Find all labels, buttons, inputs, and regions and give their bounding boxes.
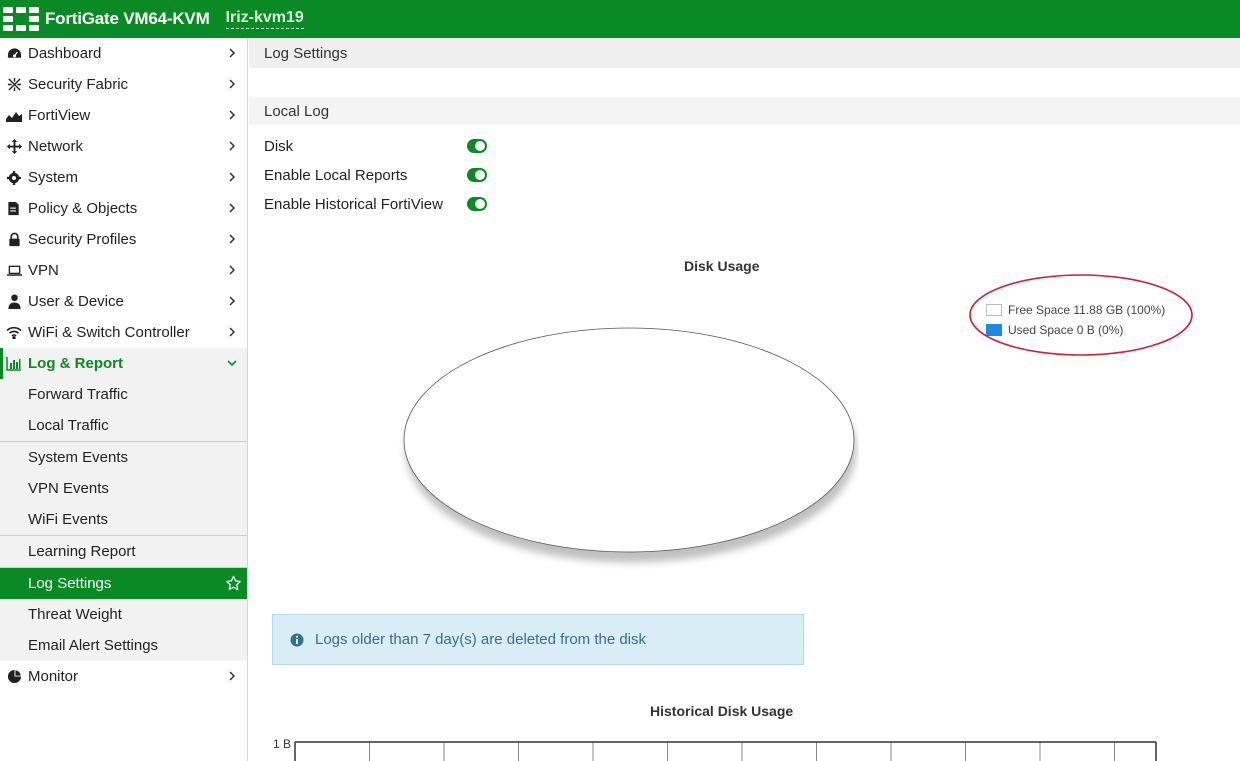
fortiview-icon: [6, 108, 22, 124]
sidebar-subitem-label: Log Settings: [28, 575, 112, 592]
sidebar-item-fortiview[interactable]: FortiView: [0, 100, 247, 131]
sidebar-item-log-report[interactable]: Log & Report: [0, 348, 247, 379]
chevron-right-icon: [229, 327, 236, 337]
sidebar-subitem-wifi-events[interactable]: WiFi Events: [0, 504, 247, 535]
sidebar-subitem-email-alert-settings[interactable]: Email Alert Settings: [0, 630, 247, 661]
section-header-local-log: Local Log: [249, 97, 1240, 125]
dashboard-icon: [6, 46, 22, 62]
sidebar-item-label: Security Profiles: [28, 231, 137, 248]
info-text: Logs older than 7 day(s) are deleted fro…: [315, 631, 647, 648]
pie-slice-free-space[interactable]: [403, 327, 855, 553]
sidebar-item-policy-objects[interactable]: Policy & Objects: [0, 193, 247, 224]
sidebar-subitem-label: Email Alert Settings: [28, 637, 159, 654]
chevron-right-icon: [229, 141, 236, 151]
sidebar-item-wifi-switch-controller[interactable]: WiFi & Switch Controller: [0, 317, 247, 348]
toggle-row-disk: Disk: [264, 136, 504, 156]
y-tick-label: 1 B: [273, 737, 292, 751]
chevron-right-icon: [229, 79, 236, 89]
historical-disk-usage-title: Historical Disk Usage: [650, 703, 794, 719]
sidebar-item-label: Monitor: [28, 668, 79, 685]
chevron-right-icon: [229, 203, 236, 213]
wifi-icon: [6, 325, 22, 341]
sidebar-subitem-label: System Events: [28, 449, 129, 466]
toggle-row-historical-fortiview: Enable Historical FortiView: [264, 194, 504, 214]
sidebar-item-label: System: [28, 169, 79, 186]
sidebar-subitem-vpn-events[interactable]: VPN Events: [0, 473, 247, 504]
disk-usage-title: Disk Usage: [684, 258, 760, 274]
sidebar-item-security-fabric[interactable]: Security Fabric: [0, 69, 247, 100]
sidebar-item-monitor[interactable]: Monitor: [0, 661, 247, 692]
sidebar-subitem-threat-weight[interactable]: Threat Weight: [0, 599, 247, 630]
lock-icon: [6, 232, 22, 248]
sidebar-subitem-learning-report[interactable]: Learning Report: [0, 535, 247, 567]
chevron-down-icon: [227, 360, 237, 367]
sidebar-item-security-profiles[interactable]: Security Profiles: [0, 224, 247, 255]
sidebar-subitem-system-events[interactable]: System Events: [0, 441, 247, 473]
sidebar: Dashboard Security Fabric FortiView Network…: [0, 38, 248, 761]
annotation-ellipse: [969, 274, 1193, 356]
info-icon: [290, 633, 304, 646]
sidebar-item-label: Log & Report: [28, 355, 123, 372]
chevron-right-icon: [229, 172, 236, 182]
toggle-label: Enable Local Reports: [264, 166, 408, 184]
chevron-right-icon: [229, 48, 236, 58]
disk-usage-pie: [403, 327, 855, 553]
toggle-label: Enable Historical FortiView: [264, 195, 443, 213]
sidebar-subitem-label: Forward Traffic: [28, 386, 128, 403]
network-icon: [6, 139, 22, 155]
sidebar-item-label: Network: [28, 138, 84, 155]
sidebar-item-label: WiFi & Switch Controller: [28, 324, 190, 341]
fortinet-logo-icon: [3, 7, 39, 31]
hostname-link[interactable]: Iriz-kvm19: [225, 9, 304, 29]
user-icon: [6, 294, 22, 310]
bar-chart-icon: [6, 356, 22, 372]
sidebar-item-dashboard[interactable]: Dashboard: [0, 38, 247, 69]
gear-icon: [6, 170, 22, 186]
chevron-right-icon: [229, 296, 236, 306]
sidebar-subitem-label: VPN Events: [28, 480, 109, 497]
laptop-icon: [6, 263, 22, 279]
sidebar-item-system[interactable]: System: [0, 162, 247, 193]
product-name: FortiGate VM64-KVM: [45, 9, 210, 28]
sidebar-subitem-log-settings[interactable]: Log Settings: [0, 567, 247, 599]
sidebar-subitem-label: WiFi Events: [28, 511, 109, 528]
sidebar-item-network[interactable]: Network: [0, 131, 247, 162]
sidebar-item-label: FortiView: [28, 107, 91, 124]
sidebar-item-label: User & Device: [28, 293, 124, 310]
sidebar-subitem-local-traffic[interactable]: Local Traffic: [0, 410, 247, 441]
top-bar: FortiGate VM64-KVM Iriz-kvm19: [0, 0, 1240, 38]
policy-icon: [6, 201, 22, 217]
historical-disk-usage-chart: [294, 741, 1157, 761]
sidebar-subitem-label: Learning Report: [28, 543, 136, 560]
page-title: Log Settings: [249, 38, 1240, 68]
sidebar-item-user-device[interactable]: User & Device: [0, 286, 247, 317]
historical-fortiview-toggle[interactable]: [467, 197, 487, 211]
sidebar-item-label: Security Fabric: [28, 76, 129, 93]
toggle-row-local-reports: Enable Local Reports: [264, 165, 504, 185]
sidebar-subitem-label: Threat Weight: [28, 606, 122, 623]
main-content: Log Settings Local Log Disk Enable Local…: [249, 38, 1240, 761]
sidebar-item-label: Policy & Objects: [28, 200, 138, 217]
info-message: Logs older than 7 day(s) are deleted fro…: [272, 614, 804, 665]
chevron-right-icon: [229, 110, 236, 120]
star-icon[interactable]: [225, 575, 242, 592]
chevron-right-icon: [229, 671, 236, 681]
chevron-right-icon: [229, 234, 236, 244]
toggle-label: Disk: [264, 137, 294, 155]
sidebar-subitem-forward-traffic[interactable]: Forward Traffic: [0, 379, 247, 410]
sidebar-subitem-label: Local Traffic: [28, 417, 109, 434]
sidebar-item-label: Dashboard: [28, 45, 102, 62]
sidebar-item-label: VPN: [28, 262, 59, 279]
disk-toggle[interactable]: [467, 139, 487, 153]
chevron-right-icon: [229, 265, 236, 275]
pie-chart-icon: [6, 669, 22, 685]
sidebar-item-vpn[interactable]: VPN: [0, 255, 247, 286]
security-fabric-icon: [6, 77, 22, 93]
local-reports-toggle[interactable]: [467, 168, 487, 182]
